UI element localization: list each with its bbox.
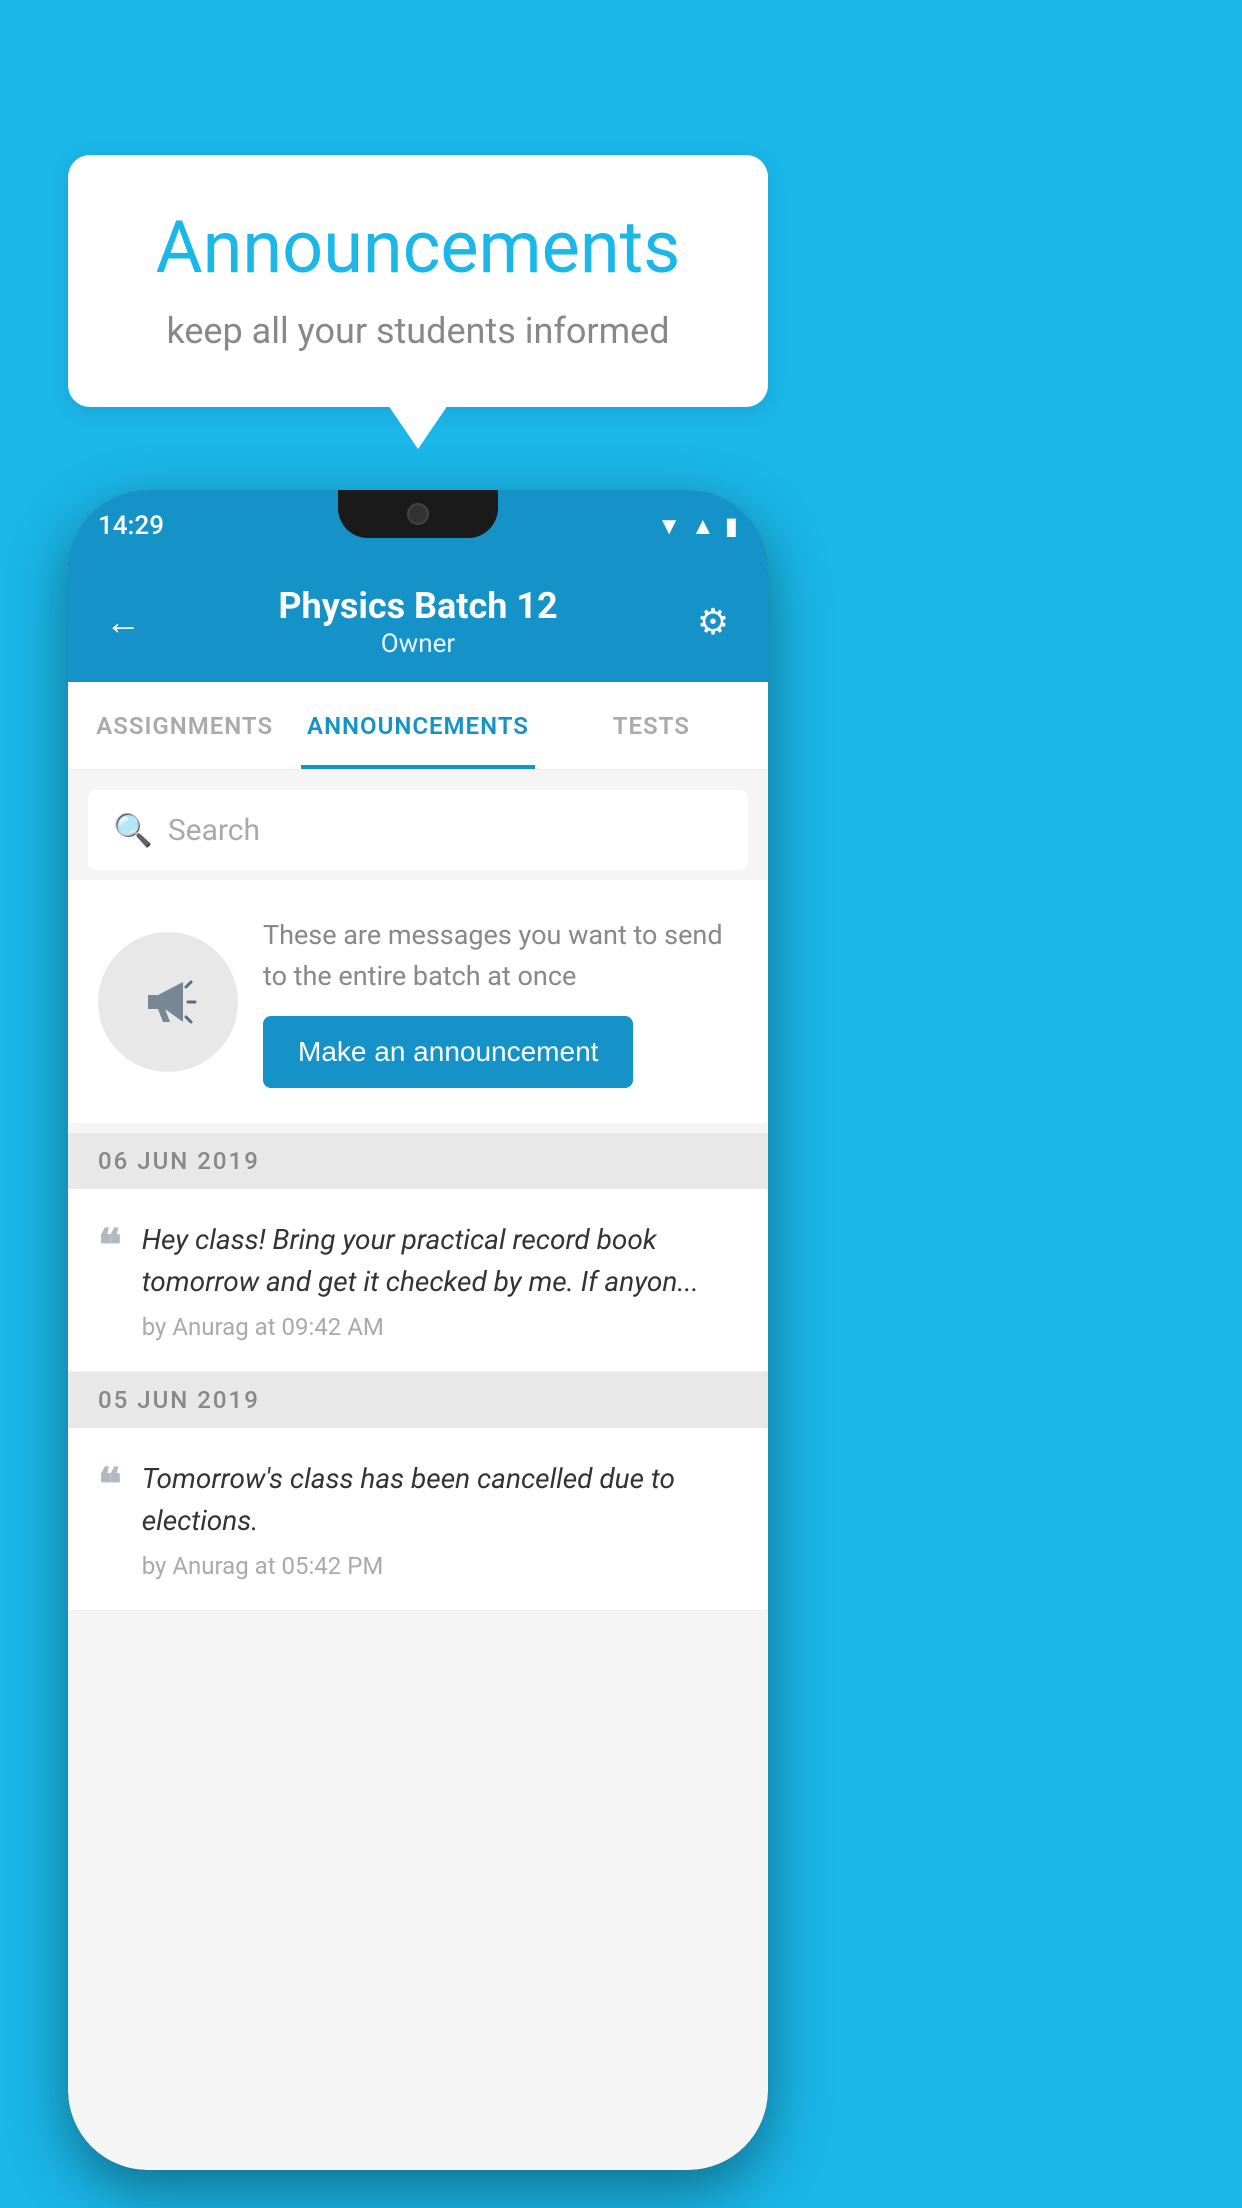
header-title-group: Physics Batch 12 Owner: [148, 585, 688, 659]
phone-screen: 14:29 ▼ ▲ ▮ ← Physics Batch 12 Owner ⚙ A…: [68, 490, 768, 2170]
phone-frame: 14:29 ▼ ▲ ▮ ← Physics Batch 12 Owner ⚙ A…: [68, 490, 768, 2170]
tab-tests[interactable]: TESTS: [535, 682, 768, 769]
status-icons: ▼ ▲ ▮: [657, 512, 738, 541]
batch-role: Owner: [148, 629, 688, 659]
tab-assignments[interactable]: ASSIGNMENTS: [68, 682, 301, 769]
promo-icon-circle: [98, 932, 238, 1072]
speech-bubble-subtitle: keep all your students informed: [128, 310, 708, 352]
batch-title: Physics Batch 12: [148, 585, 688, 627]
notch: [338, 490, 498, 538]
battery-icon: ▮: [725, 512, 738, 540]
speech-bubble: Announcements keep all your students inf…: [68, 155, 768, 407]
app-header: ← Physics Batch 12 Owner ⚙: [68, 562, 768, 682]
search-bar[interactable]: 🔍 Search: [88, 790, 748, 870]
status-time: 14:29: [98, 511, 164, 541]
megaphone-icon: [133, 967, 203, 1037]
announcement-meta-1: by Anurag at 09:42 AM: [142, 1313, 738, 1341]
date-text-1: 06 JUN 2019: [98, 1147, 260, 1175]
quote-icon-1: ❝: [98, 1224, 122, 1268]
search-icon: 🔍: [113, 811, 153, 849]
announcement-text-group-2: Tomorrow's class has been cancelled due …: [142, 1458, 738, 1580]
date-separator-1: 06 JUN 2019: [68, 1133, 768, 1189]
date-separator-2: 05 JUN 2019: [68, 1372, 768, 1428]
announcement-message-2: Tomorrow's class has been cancelled due …: [142, 1458, 738, 1542]
quote-icon-2: ❝: [98, 1463, 122, 1507]
announcement-text-group-1: Hey class! Bring your practical record b…: [142, 1219, 738, 1341]
promo-card: These are messages you want to send to t…: [68, 880, 768, 1123]
camera: [407, 503, 429, 525]
announcement-message-1: Hey class! Bring your practical record b…: [142, 1219, 738, 1303]
date-text-2: 05 JUN 2019: [98, 1386, 260, 1414]
speech-bubble-title: Announcements: [128, 205, 708, 290]
promo-text-group: These are messages you want to send to t…: [263, 915, 738, 1088]
tabs-bar: ASSIGNMENTS ANNOUNCEMENTS TESTS: [68, 682, 768, 770]
promo-description: These are messages you want to send to t…: [263, 915, 738, 996]
tab-announcements[interactable]: ANNOUNCEMENTS: [301, 682, 534, 769]
announcement-item-1[interactable]: ❝ Hey class! Bring your practical record…: [68, 1189, 768, 1372]
make-announcement-button[interactable]: Make an announcement: [263, 1016, 633, 1088]
speech-bubble-container: Announcements keep all your students inf…: [68, 155, 768, 407]
signal-icon: ▲: [691, 512, 715, 541]
settings-icon[interactable]: ⚙: [688, 601, 738, 643]
wifi-icon: ▼: [657, 512, 681, 541]
back-button[interactable]: ←: [98, 601, 148, 643]
search-placeholder-text: Search: [168, 813, 260, 848]
announcement-item-2[interactable]: ❝ Tomorrow's class has been cancelled du…: [68, 1428, 768, 1611]
content-area: 🔍 Search These are messages you want to …: [68, 770, 768, 2170]
announcement-meta-2: by Anurag at 05:42 PM: [142, 1552, 738, 1580]
